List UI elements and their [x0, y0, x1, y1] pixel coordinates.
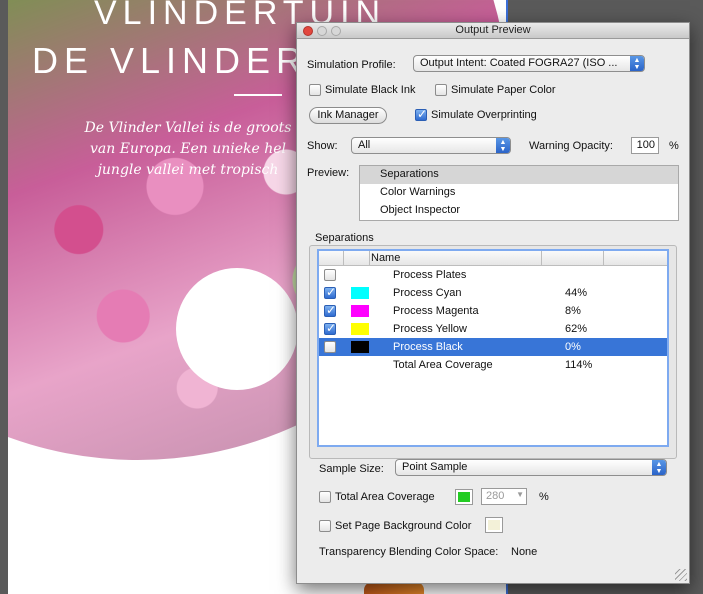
- separation-visibility-checkbox[interactable]: [324, 285, 336, 299]
- total-area-coverage-input[interactable]: 280 ▼: [481, 488, 527, 505]
- separation-percent: 8%: [565, 305, 581, 317]
- separation-percent: 44%: [565, 287, 588, 299]
- dialog-title: Output Preview: [455, 24, 531, 36]
- simulate-black-ink-checkbox[interactable]: [309, 84, 321, 96]
- separation-percent: 114%: [565, 359, 593, 371]
- simulation-profile-value: Output Intent: Coated FOGRA27 (ISO ...: [420, 57, 618, 69]
- simulate-paper-color-label: Simulate Paper Color: [451, 84, 556, 96]
- total-area-coverage-unit: %: [539, 491, 549, 503]
- simulate-overprinting-checkbox[interactable]: [415, 107, 427, 121]
- select-arrows-icon: ▲ ▼: [630, 56, 644, 71]
- column-divider: [541, 251, 542, 266]
- separation-row-selected[interactable]: Process Black 0%: [319, 338, 667, 356]
- transparency-blending-label: Transparency Blending Color Space:: [319, 546, 499, 558]
- separation-name: Total Area Coverage: [393, 359, 493, 371]
- simulation-profile-label: Simulation Profile:: [307, 59, 396, 71]
- resize-grip-icon[interactable]: [675, 569, 687, 581]
- yellow-swatch: [351, 323, 369, 335]
- warning-opacity-unit: %: [669, 140, 679, 152]
- preview-item-object-inspector[interactable]: Object Inspector: [360, 202, 678, 220]
- separation-row[interactable]: Process Magenta 8%: [319, 302, 667, 320]
- sample-size-label: Sample Size:: [319, 463, 384, 475]
- separation-name: Process Magenta: [393, 305, 479, 317]
- preview-item-separations[interactable]: Separations: [360, 166, 678, 184]
- sample-size-value: Point Sample: [402, 461, 468, 473]
- title-divider: [234, 94, 282, 96]
- preview-item-color-warnings[interactable]: Color Warnings: [360, 184, 678, 202]
- page-background-color-swatch[interactable]: [485, 517, 503, 533]
- preview-mode-list: Separations Color Warnings Object Inspec…: [359, 165, 679, 221]
- transparency-blending-value: None: [511, 546, 538, 558]
- document-title-line2: DE VLINDER: [32, 40, 309, 81]
- separation-visibility-checkbox[interactable]: [324, 341, 336, 353]
- column-header-name[interactable]: Name: [371, 252, 400, 264]
- preview-label: Preview:: [307, 167, 350, 179]
- total-area-coverage-value: 280: [486, 490, 505, 502]
- separations-group-label: Separations: [315, 232, 374, 244]
- chevron-down-icon[interactable]: ▼: [516, 490, 524, 499]
- document-paragraph: De Vlinder Vallei is de groots van Europ…: [58, 118, 318, 181]
- select-arrows-icon: ▲ ▼: [652, 460, 666, 475]
- total-area-coverage-label: Total Area Coverage: [335, 491, 435, 503]
- sample-size-select[interactable]: Point Sample ▲ ▼: [395, 459, 667, 476]
- separation-percent: 62%: [565, 323, 588, 335]
- dialog-titlebar[interactable]: Output Preview: [297, 23, 689, 39]
- simulate-paper-color-checkbox[interactable]: [435, 84, 447, 96]
- separations-table-header: Name: [319, 251, 667, 266]
- ink-manager-button[interactable]: Ink Manager: [309, 107, 387, 124]
- warning-opacity-input[interactable]: 100: [631, 137, 659, 154]
- separation-percent: 0%: [565, 341, 581, 353]
- separation-name: Process Black: [393, 341, 463, 353]
- black-swatch: [351, 341, 369, 353]
- paragraph-line: De Vlinder Vallei is de groots: [84, 120, 292, 136]
- separations-table: Name Process Plates Process Cyan 44% Pro…: [317, 249, 669, 447]
- warning-opacity-label: Warning Opacity:: [529, 140, 613, 152]
- separation-row[interactable]: Process Plates: [319, 266, 667, 284]
- separation-name: Process Cyan: [393, 287, 462, 299]
- set-page-background-label: Set Page Background Color: [335, 520, 472, 532]
- simulate-overprinting-label: Simulate Overprinting: [431, 109, 537, 121]
- column-divider: [343, 251, 344, 266]
- disc-center-hole: [176, 268, 298, 390]
- column-divider: [603, 251, 604, 266]
- separation-visibility-checkbox[interactable]: [324, 321, 336, 335]
- magenta-swatch: [351, 305, 369, 317]
- paragraph-line: jungle vallei met tropisch: [97, 162, 279, 178]
- select-arrows-icon: ▲ ▼: [496, 138, 510, 153]
- green-color-chip: [458, 492, 470, 502]
- show-label: Show:: [307, 140, 338, 152]
- separation-name: Process Yellow: [393, 323, 467, 335]
- show-value: All: [358, 139, 371, 151]
- total-area-coverage-color-swatch[interactable]: [455, 489, 473, 505]
- total-area-coverage-checkbox[interactable]: [319, 491, 331, 503]
- output-preview-dialog: Output Preview Simulation Profile: Outpu…: [296, 22, 690, 584]
- separation-visibility-checkbox[interactable]: [324, 269, 336, 281]
- cyan-swatch: [351, 287, 369, 299]
- simulation-profile-select[interactable]: Output Intent: Coated FOGRA27 (ISO ... ▲…: [413, 55, 645, 72]
- separation-name: Process Plates: [393, 269, 467, 281]
- separation-row[interactable]: Process Cyan 44%: [319, 284, 667, 302]
- separation-visibility-checkbox[interactable]: [324, 303, 336, 317]
- separation-row[interactable]: Total Area Coverage 114%: [319, 356, 667, 374]
- set-page-background-checkbox[interactable]: [319, 520, 331, 532]
- page-bg-color-chip: [488, 520, 500, 530]
- separation-row[interactable]: Process Yellow 62%: [319, 320, 667, 338]
- column-divider: [369, 251, 370, 266]
- simulate-black-ink-label: Simulate Black Ink: [325, 84, 416, 96]
- paragraph-line: van Europa. Een unieke hel: [89, 141, 287, 157]
- show-select[interactable]: All ▲ ▼: [351, 137, 511, 154]
